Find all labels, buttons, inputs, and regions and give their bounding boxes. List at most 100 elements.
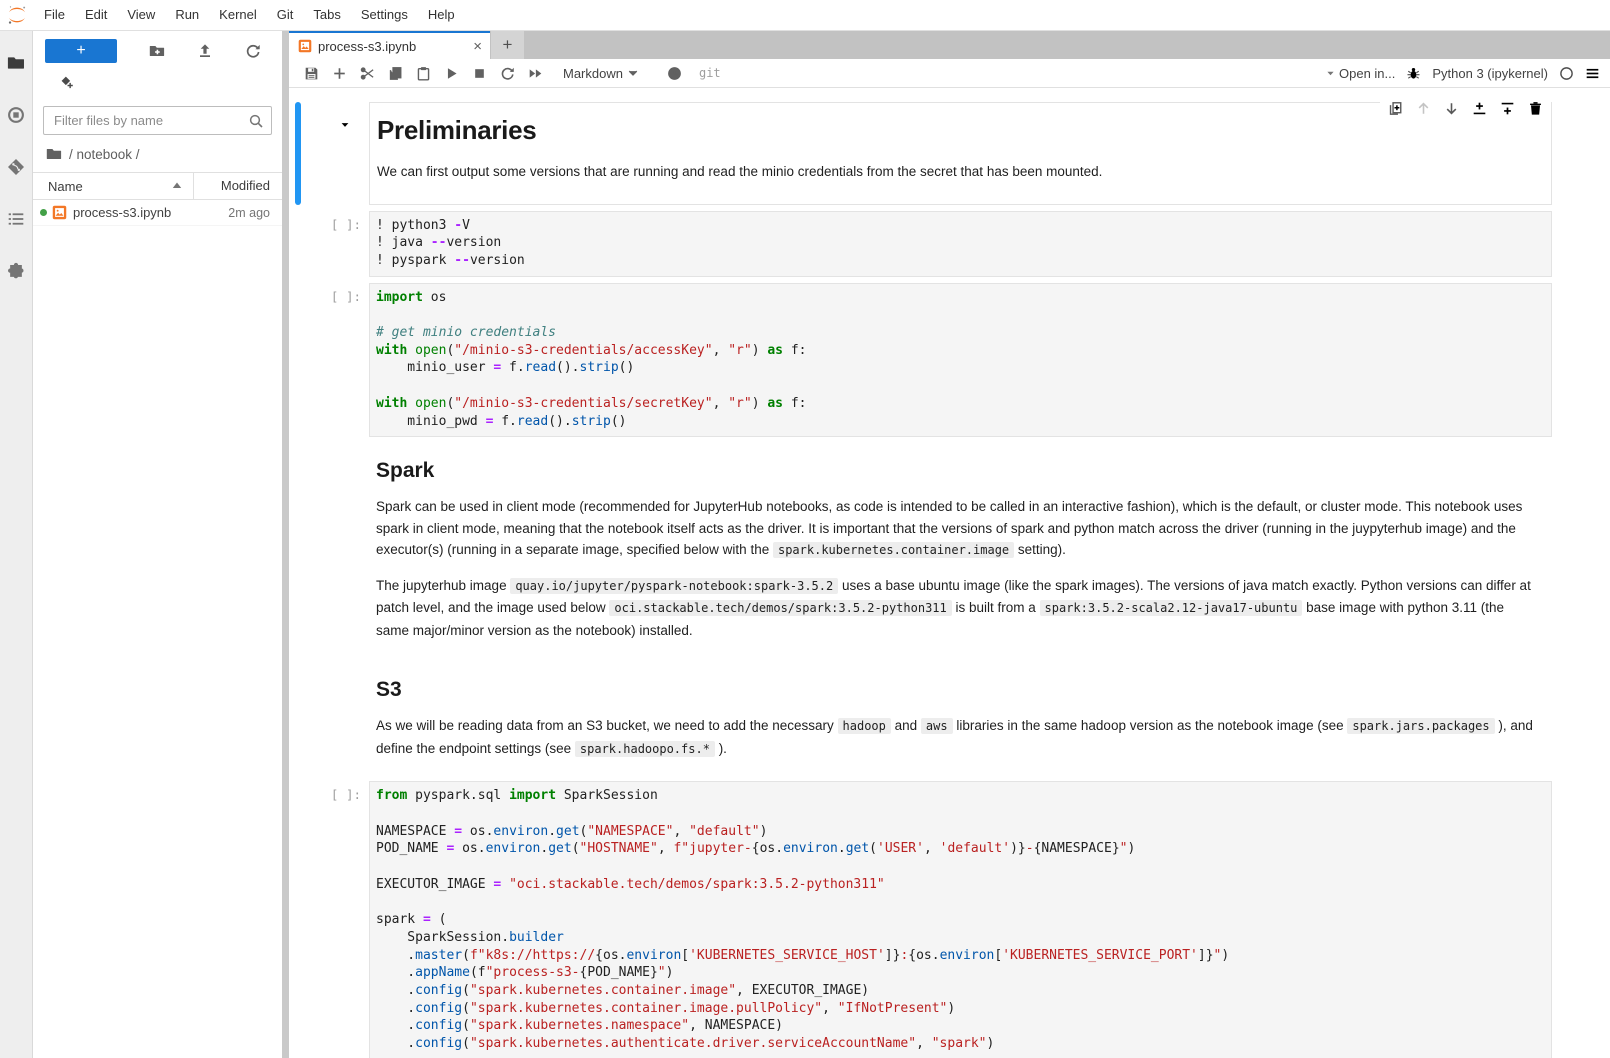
cell-selection-bar <box>295 781 301 1058</box>
filter-files-input[interactable] <box>43 106 272 135</box>
move-cell-down-button[interactable] <box>1444 101 1459 116</box>
chevron-down-icon <box>627 67 639 79</box>
execution-history-button[interactable] <box>661 61 689 85</box>
insert-cell-below-button[interactable] <box>325 61 353 85</box>
file-modified: 2m ago <box>228 206 270 220</box>
inline-code: spark:3.5.2-scala2.12-java17-ubuntu <box>1040 600 1303 616</box>
hamburger-menu-icon[interactable] <box>1585 66 1600 81</box>
git-icon <box>7 158 25 176</box>
sidebar-tab-git[interactable] <box>0 141 32 193</box>
menu-bar: FileEditViewRunKernelGitTabsSettingsHelp <box>0 0 1610 31</box>
code-editor[interactable]: import os # get minio credentialswith op… <box>369 283 1552 438</box>
jupyter-logo-icon <box>0 4 34 26</box>
markdown-rendered-content[interactable]: S3 As we will be reading data from an S3 … <box>369 662 1552 775</box>
insert-cell-above-button[interactable] <box>1472 101 1487 116</box>
upload-files-button[interactable] <box>197 43 213 59</box>
text-run: As we will be reading data from an S3 bu… <box>376 718 838 733</box>
code-editor[interactable]: ! python3 -V! java --version! pyspark --… <box>369 211 1552 277</box>
new-folder-button[interactable] <box>149 43 165 59</box>
delete-cell-button[interactable] <box>1528 101 1543 116</box>
sidebar-tab-table-of-contents[interactable] <box>0 193 32 245</box>
file-row[interactable]: process-s3.ipynb2m ago <box>33 200 282 226</box>
sidebar-tab-running-sessions[interactable] <box>0 89 32 141</box>
markdown-cell[interactable]: Spark Spark can be used in client mode (r… <box>295 443 1552 656</box>
save-notebook-button[interactable] <box>297 61 325 85</box>
code-cell[interactable]: [ ]:! python3 -V! java --version! pyspar… <box>295 211 1552 277</box>
text-run: S3 <box>376 678 402 701</box>
run-icon <box>444 66 459 81</box>
refresh-icon <box>245 43 261 59</box>
close-tab-icon[interactable]: × <box>473 39 482 54</box>
git-clone-icon[interactable] <box>60 75 74 89</box>
sidebar-tab-extensions[interactable] <box>0 245 32 297</box>
new-tab-button[interactable]: + <box>491 31 524 59</box>
running-kernel-dot <box>40 209 47 216</box>
panel-splitter[interactable] <box>282 31 289 1058</box>
markdown-heading: Spark <box>376 459 1538 483</box>
inline-code: spark.jars.packages <box>1347 718 1494 734</box>
inline-code: aws <box>921 718 953 734</box>
menu-settings[interactable]: Settings <box>351 0 418 30</box>
menu-kernel[interactable]: Kernel <box>209 0 267 30</box>
text-run: Spark <box>376 459 434 482</box>
markdown-cell[interactable]: S3 As we will be reading data from an S3 … <box>295 662 1552 775</box>
cell-prompt: [ ]: <box>305 781 369 1058</box>
git-status-label: git <box>699 66 721 80</box>
markdown-rendered-content[interactable]: Preliminaries We can first output some ve… <box>369 102 1552 205</box>
copy-cells-button[interactable] <box>381 61 409 85</box>
restart-kernel-button[interactable] <box>493 61 521 85</box>
cell-collapser[interactable] <box>339 118 351 136</box>
markdown-rendered-content[interactable]: Spark Spark can be used in client mode (r… <box>369 443 1552 656</box>
menu-tabs[interactable]: Tabs <box>303 0 350 30</box>
interrupt-kernel-button[interactable] <box>465 61 493 85</box>
markdown-cell[interactable]: Preliminaries We can first output some ve… <box>295 102 1552 205</box>
menu-run[interactable]: Run <box>165 0 209 30</box>
markdown-paragraph: We can first output some versions that a… <box>377 161 1537 183</box>
cell-prompt <box>305 102 369 205</box>
text-run: setting). <box>1014 542 1066 557</box>
refresh-file-list-button[interactable] <box>245 43 261 59</box>
debugger-bug-icon[interactable] <box>1406 66 1421 81</box>
insert-cell-below-button[interactable] <box>1500 101 1515 116</box>
code-cell[interactable]: [ ]:from pyspark.sql import SparkSession… <box>295 781 1552 1058</box>
move-cell-up-button[interactable] <box>1416 101 1431 116</box>
markdown-paragraph: Spark can be used in client mode (recomm… <box>376 496 1538 562</box>
code-editor[interactable]: from pyspark.sql import SparkSession NAM… <box>369 781 1552 1058</box>
kernel-status-circle-icon[interactable] <box>1559 66 1574 81</box>
notebook-toolbar: Markdown git Open in... Python 3 (ipyker… <box>289 59 1610 88</box>
column-header-modified[interactable]: Modified <box>194 173 282 199</box>
sidebar-tab-file-browser[interactable] <box>0 37 32 89</box>
kernel-name[interactable]: Python 3 (ipykernel) <box>1432 66 1548 81</box>
toc-icon <box>7 210 25 228</box>
cell-selection-bar <box>295 283 301 438</box>
duplicate-cell-button[interactable] <box>1388 101 1403 116</box>
paste-icon <box>416 66 431 81</box>
menu-view[interactable]: View <box>117 0 165 30</box>
menu-help[interactable]: Help <box>418 0 465 30</box>
new-launcher-button[interactable]: + <box>45 39 117 63</box>
menu-git[interactable]: Git <box>267 0 304 30</box>
tab-process-s3[interactable]: process-s3.ipynb × <box>289 31 490 59</box>
jupyterlab-window: FileEditViewRunKernelGitTabsSettingsHelp… <box>0 0 1610 1058</box>
column-header-name[interactable]: Name <box>33 173 194 199</box>
inline-code: quay.io/jupyter/pyspark-notebook:spark-3… <box>510 578 838 594</box>
menu-file[interactable]: File <box>34 0 75 30</box>
restart-and-run-all-button[interactable] <box>521 61 549 85</box>
file-browser-toolbar: + <box>33 31 282 65</box>
markdown-heading: S3 <box>376 678 1538 702</box>
code-cell[interactable]: [ ]:import os # get minio credentialswit… <box>295 283 1552 438</box>
puzzle-icon <box>7 262 25 280</box>
menu-edit[interactable]: Edit <box>75 0 117 30</box>
cut-cells-button[interactable] <box>353 61 381 85</box>
inline-code: spark.hadoopo.fs.* <box>575 741 715 757</box>
paste-cells-button[interactable] <box>409 61 437 85</box>
open-in-dropdown[interactable]: Open in... <box>1325 66 1395 81</box>
run-cell-button[interactable] <box>437 61 465 85</box>
running-icon <box>7 106 25 124</box>
markdown-heading: Preliminaries <box>377 115 1537 146</box>
cell-type-dropdown[interactable]: Markdown <box>549 66 645 81</box>
text-run: We can first output some versions that a… <box>377 164 1102 179</box>
breadcrumb[interactable]: / notebook / <box>33 135 282 170</box>
cell-prompt <box>305 662 369 775</box>
inline-code: oci.stackable.tech/demos/spark:3.5.2-pyt… <box>609 600 951 616</box>
